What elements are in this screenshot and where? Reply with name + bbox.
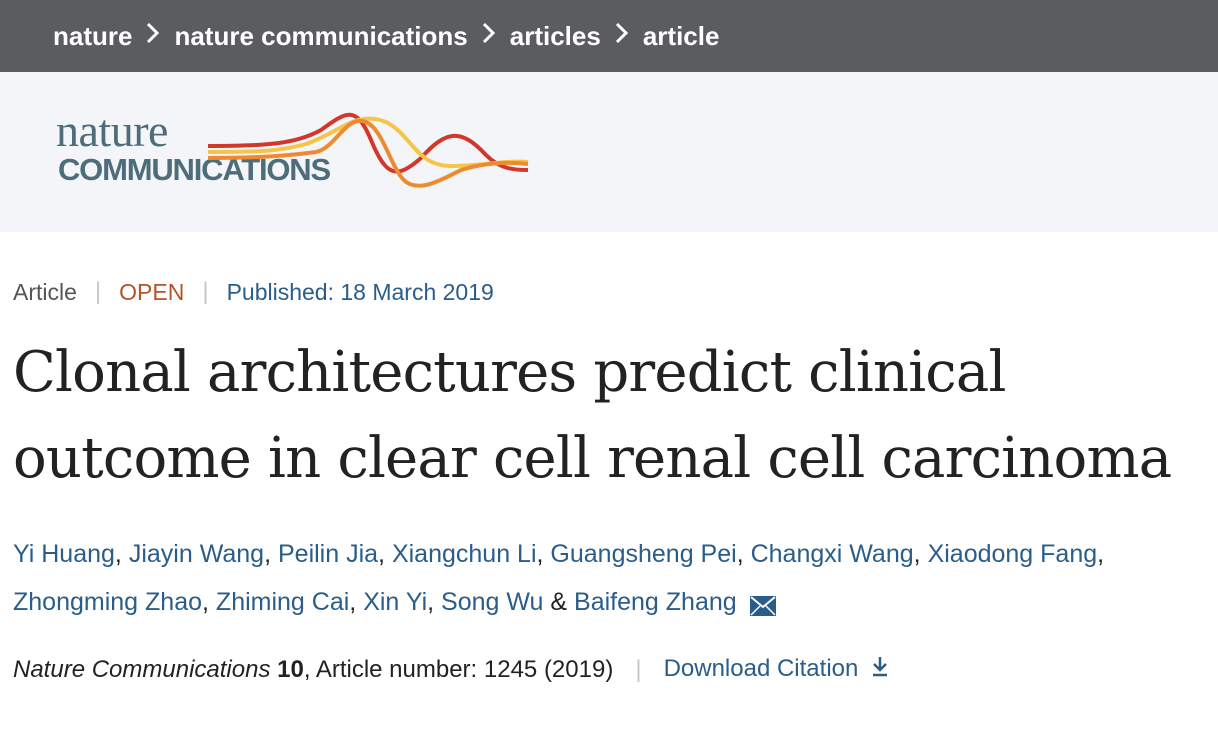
open-access-badge: OPEN bbox=[119, 278, 185, 305]
author-separator: , bbox=[536, 540, 544, 568]
author-separator: , bbox=[349, 588, 357, 616]
volume-number: 10 bbox=[277, 655, 304, 683]
author-link[interactable]: Xiangchun Li bbox=[392, 540, 537, 568]
title-line-2: outcome in clear cell renal cell carcino… bbox=[13, 426, 1172, 491]
meta-divider: | bbox=[94, 278, 102, 305]
download-citation-link[interactable]: Download Citation bbox=[664, 655, 889, 684]
author-link[interactable]: Xin Yi bbox=[363, 588, 427, 616]
download-arrow-icon bbox=[871, 655, 889, 684]
journal-logo[interactable]: nature COMMUNICATIONS bbox=[56, 100, 536, 220]
chevron-right-icon bbox=[615, 22, 629, 51]
author-link[interactable]: Jiayin Wang bbox=[129, 540, 264, 568]
author-link[interactable]: Yi Huang bbox=[13, 540, 115, 568]
journal-name: Nature Communications bbox=[13, 655, 271, 683]
title-line-1: Clonal architectures predict clinical bbox=[13, 340, 1006, 405]
citation-info: Nature Communications 10 , Article numbe… bbox=[13, 655, 889, 684]
logo-waves-graphic bbox=[207, 112, 529, 188]
author-link[interactable]: Song Wu bbox=[441, 588, 543, 616]
author-separator: , bbox=[202, 588, 209, 616]
breadcrumb-item-articles[interactable]: articles bbox=[510, 21, 601, 52]
article-title: Clonal architectures predict clinical ou… bbox=[13, 330, 1213, 502]
author-link[interactable]: Changxi Wang bbox=[751, 540, 914, 568]
author-separator: , bbox=[114, 540, 122, 568]
breadcrumb: nature nature communications articles ar… bbox=[0, 0, 1218, 72]
author-separator: , bbox=[378, 540, 385, 568]
envelope-icon[interactable] bbox=[749, 584, 776, 632]
author-separator: , bbox=[1097, 540, 1105, 568]
author-conjunction: & bbox=[550, 588, 568, 616]
breadcrumb-item-nature-communications[interactable]: nature communications bbox=[174, 21, 467, 52]
author-separator: , bbox=[913, 540, 921, 568]
author-link[interactable]: Zhongming Zhao bbox=[13, 588, 202, 616]
article-meta: Article | OPEN | Published: 18 March 201… bbox=[13, 278, 494, 306]
article-number: , Article number: 1245 (2019) bbox=[303, 655, 614, 683]
author-link[interactable]: Guangsheng Pei bbox=[550, 540, 736, 568]
published-date[interactable]: Published: 18 March 2019 bbox=[227, 279, 494, 306]
article-type: Article bbox=[13, 278, 77, 305]
logo-word-nature: nature bbox=[56, 105, 168, 156]
author-separator: , bbox=[736, 540, 744, 568]
download-citation-label: Download Citation bbox=[663, 655, 859, 682]
chevron-right-icon bbox=[482, 22, 496, 51]
breadcrumb-item-article: article bbox=[642, 20, 720, 51]
author-link[interactable]: Zhiming Cai bbox=[216, 588, 349, 616]
chevron-right-icon bbox=[146, 22, 160, 51]
citation-divider: | bbox=[635, 655, 642, 683]
author-link-corresponding[interactable]: Baifeng Zhang bbox=[574, 588, 737, 616]
breadcrumb-item-nature[interactable]: nature bbox=[53, 21, 132, 52]
journal-header: nature COMMUNICATIONS bbox=[0, 72, 1218, 232]
author-link[interactable]: Peilin Jia bbox=[278, 540, 378, 568]
author-list: Yi Huang, Jiayin Wang, Peilin Jia, Xiang… bbox=[13, 530, 1203, 632]
meta-divider: | bbox=[202, 278, 209, 305]
author-separator: , bbox=[264, 540, 272, 568]
author-link[interactable]: Xiaodong Fang bbox=[928, 540, 1098, 568]
author-separator: , bbox=[427, 588, 435, 616]
